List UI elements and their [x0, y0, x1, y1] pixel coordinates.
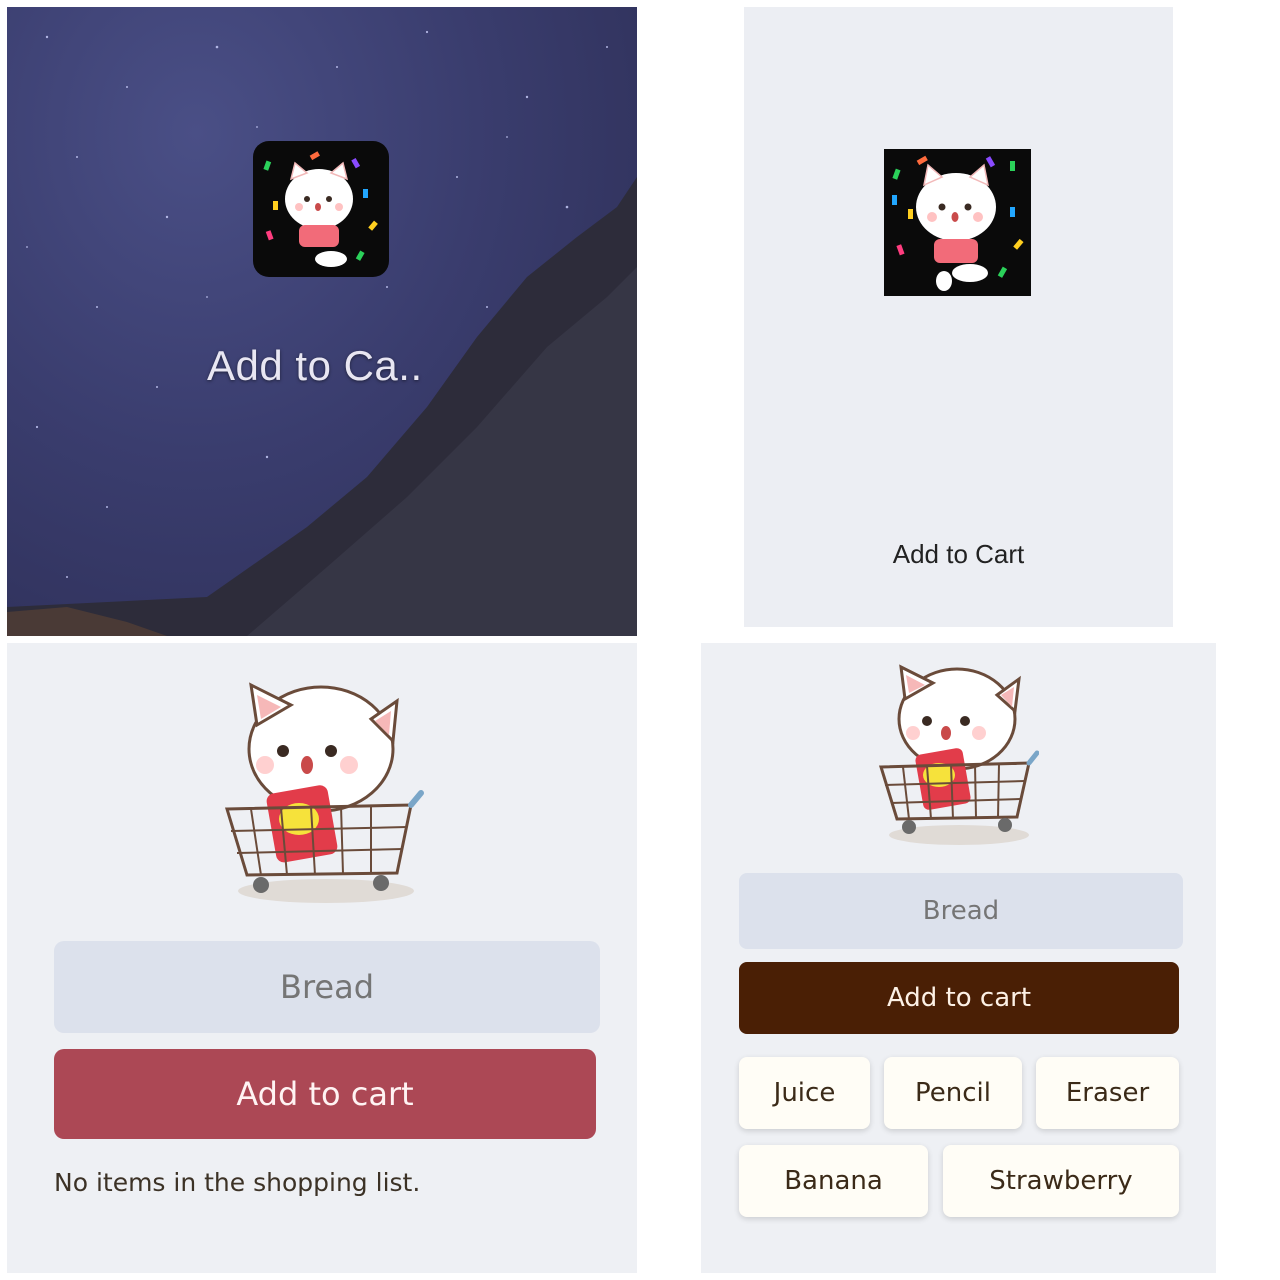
add-to-cart-app-icon[interactable] [253, 141, 389, 277]
mountain-silhouette [7, 177, 637, 636]
cat-confetti-icon [263, 151, 378, 267]
empty-list-message: No items in the shopping list. [54, 1168, 421, 1197]
splash-image [884, 149, 1031, 296]
add-to-cart-button[interactable]: Add to cart [54, 1049, 596, 1139]
splash-screen: Add to Cart [744, 7, 1173, 627]
shopping-list-screen: Add to cart Juice Pencil Eraser Banana S… [701, 643, 1216, 1273]
item-input[interactable] [739, 873, 1183, 949]
cat-in-cart-illustration [224, 682, 424, 903]
list-item[interactable]: Eraser [1036, 1057, 1179, 1129]
cat-in-cart-illustration [878, 664, 1039, 845]
add-to-cart-button[interactable]: Add to cart [739, 962, 1179, 1034]
cat-confetti-icon [892, 155, 1024, 291]
home-screen: Add to Ca.. [7, 7, 637, 636]
list-item[interactable]: Juice [739, 1057, 870, 1129]
list-item[interactable]: Strawberry [943, 1145, 1179, 1217]
list-item[interactable]: Banana [739, 1145, 928, 1217]
splash-title: Add to Cart [892, 539, 1025, 569]
app-label: Add to Ca.. [207, 342, 423, 389]
list-item[interactable]: Pencil [884, 1057, 1022, 1129]
shopping-list-empty-screen: Add to cart No items in the shopping lis… [7, 643, 637, 1273]
item-input[interactable] [54, 941, 600, 1033]
